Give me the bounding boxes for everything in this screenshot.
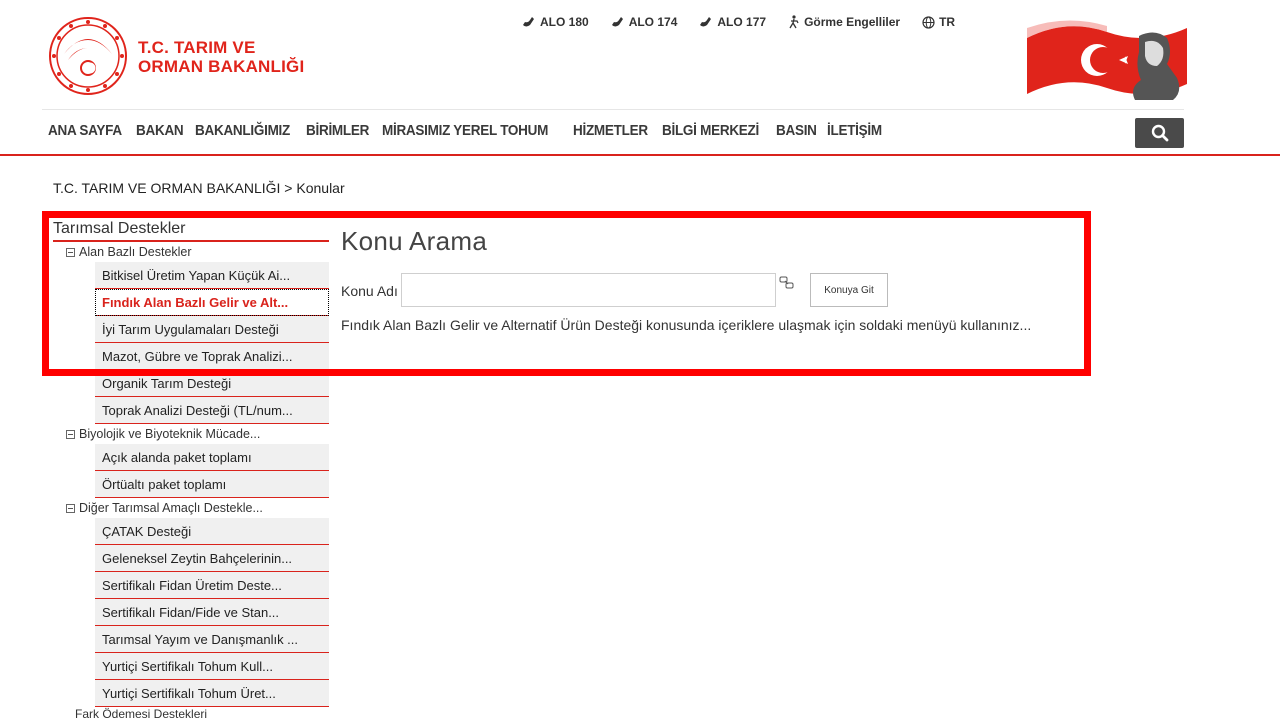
header-divider [0, 154, 1280, 156]
globe-icon [922, 15, 935, 29]
sidebar-item[interactable]: Örtüaltı paket toplamı [95, 471, 329, 498]
language-link[interactable]: TR [922, 15, 955, 29]
sidebar-item[interactable]: Toprak Analizi Desteği (TL/num... [95, 397, 329, 424]
brand-line-2: ORMAN BAKANLIĞI [138, 57, 305, 76]
accessibility-icon [789, 15, 799, 29]
nav-item-iletisim[interactable]: İLETİŞİM [827, 122, 882, 139]
info-text: Fındık Alan Bazlı Gelir ve Alternatif Ür… [341, 317, 1032, 333]
flag-ataturk-image [1027, 20, 1187, 100]
collapse-icon[interactable] [66, 503, 75, 513]
alo-180-label: ALO 180 [540, 15, 589, 29]
nav-item-ana-sayfa[interactable]: ANA SAYFA [48, 122, 122, 139]
sidebar-item[interactable]: Mazot, Gübre ve Toprak Analizi... [95, 343, 329, 370]
breadcrumb: T.C. TARIM VE ORMAN BAKANLIĞI > Konular [53, 180, 345, 196]
nav-item-bilgi-merkezi[interactable]: BİLGİ MERKEZİ [662, 122, 759, 139]
alo-177-link[interactable]: ALO 177 [699, 15, 766, 29]
collapse-icon[interactable] [66, 247, 75, 257]
konu-adi-label: Konu Adı [341, 283, 398, 299]
search-button[interactable] [1135, 118, 1184, 148]
brand-line-1: T.C. TARIM VE [138, 38, 256, 57]
nav-item-birimler[interactable]: BİRİMLER [306, 122, 369, 139]
alo-177-label: ALO 177 [717, 15, 767, 29]
sidebar-item[interactable]: Sertifikalı Fidan/Fide ve Stan... [95, 599, 329, 626]
visually-impaired-label: Görme Engelliler [804, 15, 901, 29]
nav-item-basin[interactable]: BASIN [776, 122, 817, 139]
language-label: TR [939, 15, 956, 29]
sidebar-item-active[interactable]: Fındık Alan Bazlı Gelir ve Alt... [95, 289, 329, 316]
group-label: Alan Bazlı Destekler [79, 245, 192, 259]
main-nav: ANA SAYFA BAKAN BAKANLIĞIMIZ BİRİMLER Mİ… [48, 122, 894, 139]
sidebar-item[interactable]: Organik Tarım Desteği [95, 370, 329, 397]
konuya-git-button[interactable]: Konuya Git [810, 273, 888, 307]
konu-adi-input[interactable] [401, 273, 776, 307]
top-links: ALO 180 ALO 174 ALO 177 Görme Engelliler… [522, 15, 955, 29]
phone-icon [523, 17, 534, 27]
page-title: Konu Arama [341, 226, 488, 256]
search-icon [1151, 124, 1168, 142]
sidebar-group-fark-odemesi[interactable]: Fark Ödemesi Destekleri [75, 707, 329, 720]
phone-icon [611, 17, 623, 27]
sidebar-item[interactable]: Tarımsal Yayım ve Danışmanlık ... [95, 626, 329, 653]
sidebar-group-biyolojik[interactable]: Biyolojik ve Biyoteknik Mücade... [53, 424, 329, 444]
phone-icon [700, 17, 712, 27]
link-icon[interactable] [779, 275, 795, 291]
nav-item-mirasimiz-yerel-tohum[interactable]: MİRASIMIZ YEREL TOHUM [382, 122, 548, 139]
sidebar-item[interactable]: Geleneksel Zeytin Bahçelerinin... [95, 545, 329, 572]
sidebar-item[interactable]: Açık alanda paket toplamı [95, 444, 329, 471]
sidebar-item[interactable]: İyi Tarım Uygulamaları Desteği [95, 316, 329, 343]
group-label: Diğer Tarımsal Amaçlı Destekle... [79, 501, 263, 515]
sidebar-group-diger[interactable]: Diğer Tarımsal Amaçlı Destekle... [53, 498, 329, 518]
sidebar-menu: Tarımsal Destekler Alan Bazlı Destekler … [53, 220, 329, 720]
sidebar-item[interactable]: Bitkisel Üretim Yapan Küçük Ai... [95, 262, 329, 289]
sidebar-item[interactable]: Sertifikalı Fidan Üretim Deste... [95, 572, 329, 599]
sidebar-item[interactable]: Yurtiçi Sertifikalı Tohum Kull... [95, 653, 329, 680]
site-header: T.C. TARIM VE ORMAN BAKANLIĞI ALO 180 AL… [42, 0, 1187, 110]
sidebar-title[interactable]: Tarımsal Destekler [53, 220, 329, 242]
brand-title[interactable]: T.C. TARIM VE ORMAN BAKANLIĞI [138, 38, 304, 76]
alo-180-link[interactable]: ALO 180 [522, 15, 589, 29]
nav-item-bakan[interactable]: BAKAN [136, 122, 184, 139]
visually-impaired-link[interactable]: Görme Engelliler [788, 15, 900, 29]
nav-item-bakanligimiz[interactable]: BAKANLIĞIMIZ [195, 122, 290, 139]
group-label: Biyolojik ve Biyoteknik Mücade... [79, 427, 261, 441]
nav-item-hizmetler[interactable]: HİZMETLER [573, 122, 648, 139]
ministry-logo[interactable] [48, 16, 128, 96]
sidebar-group-alan-bazli[interactable]: Alan Bazlı Destekler [53, 242, 329, 262]
sidebar-item[interactable]: Yurtiçi Sertifikalı Tohum Üret... [95, 680, 329, 707]
collapse-icon[interactable] [66, 429, 75, 439]
alo-174-label: ALO 174 [628, 15, 678, 29]
sidebar-item[interactable]: ÇATAK Desteği [95, 518, 329, 545]
alo-174-link[interactable]: ALO 174 [611, 15, 678, 29]
